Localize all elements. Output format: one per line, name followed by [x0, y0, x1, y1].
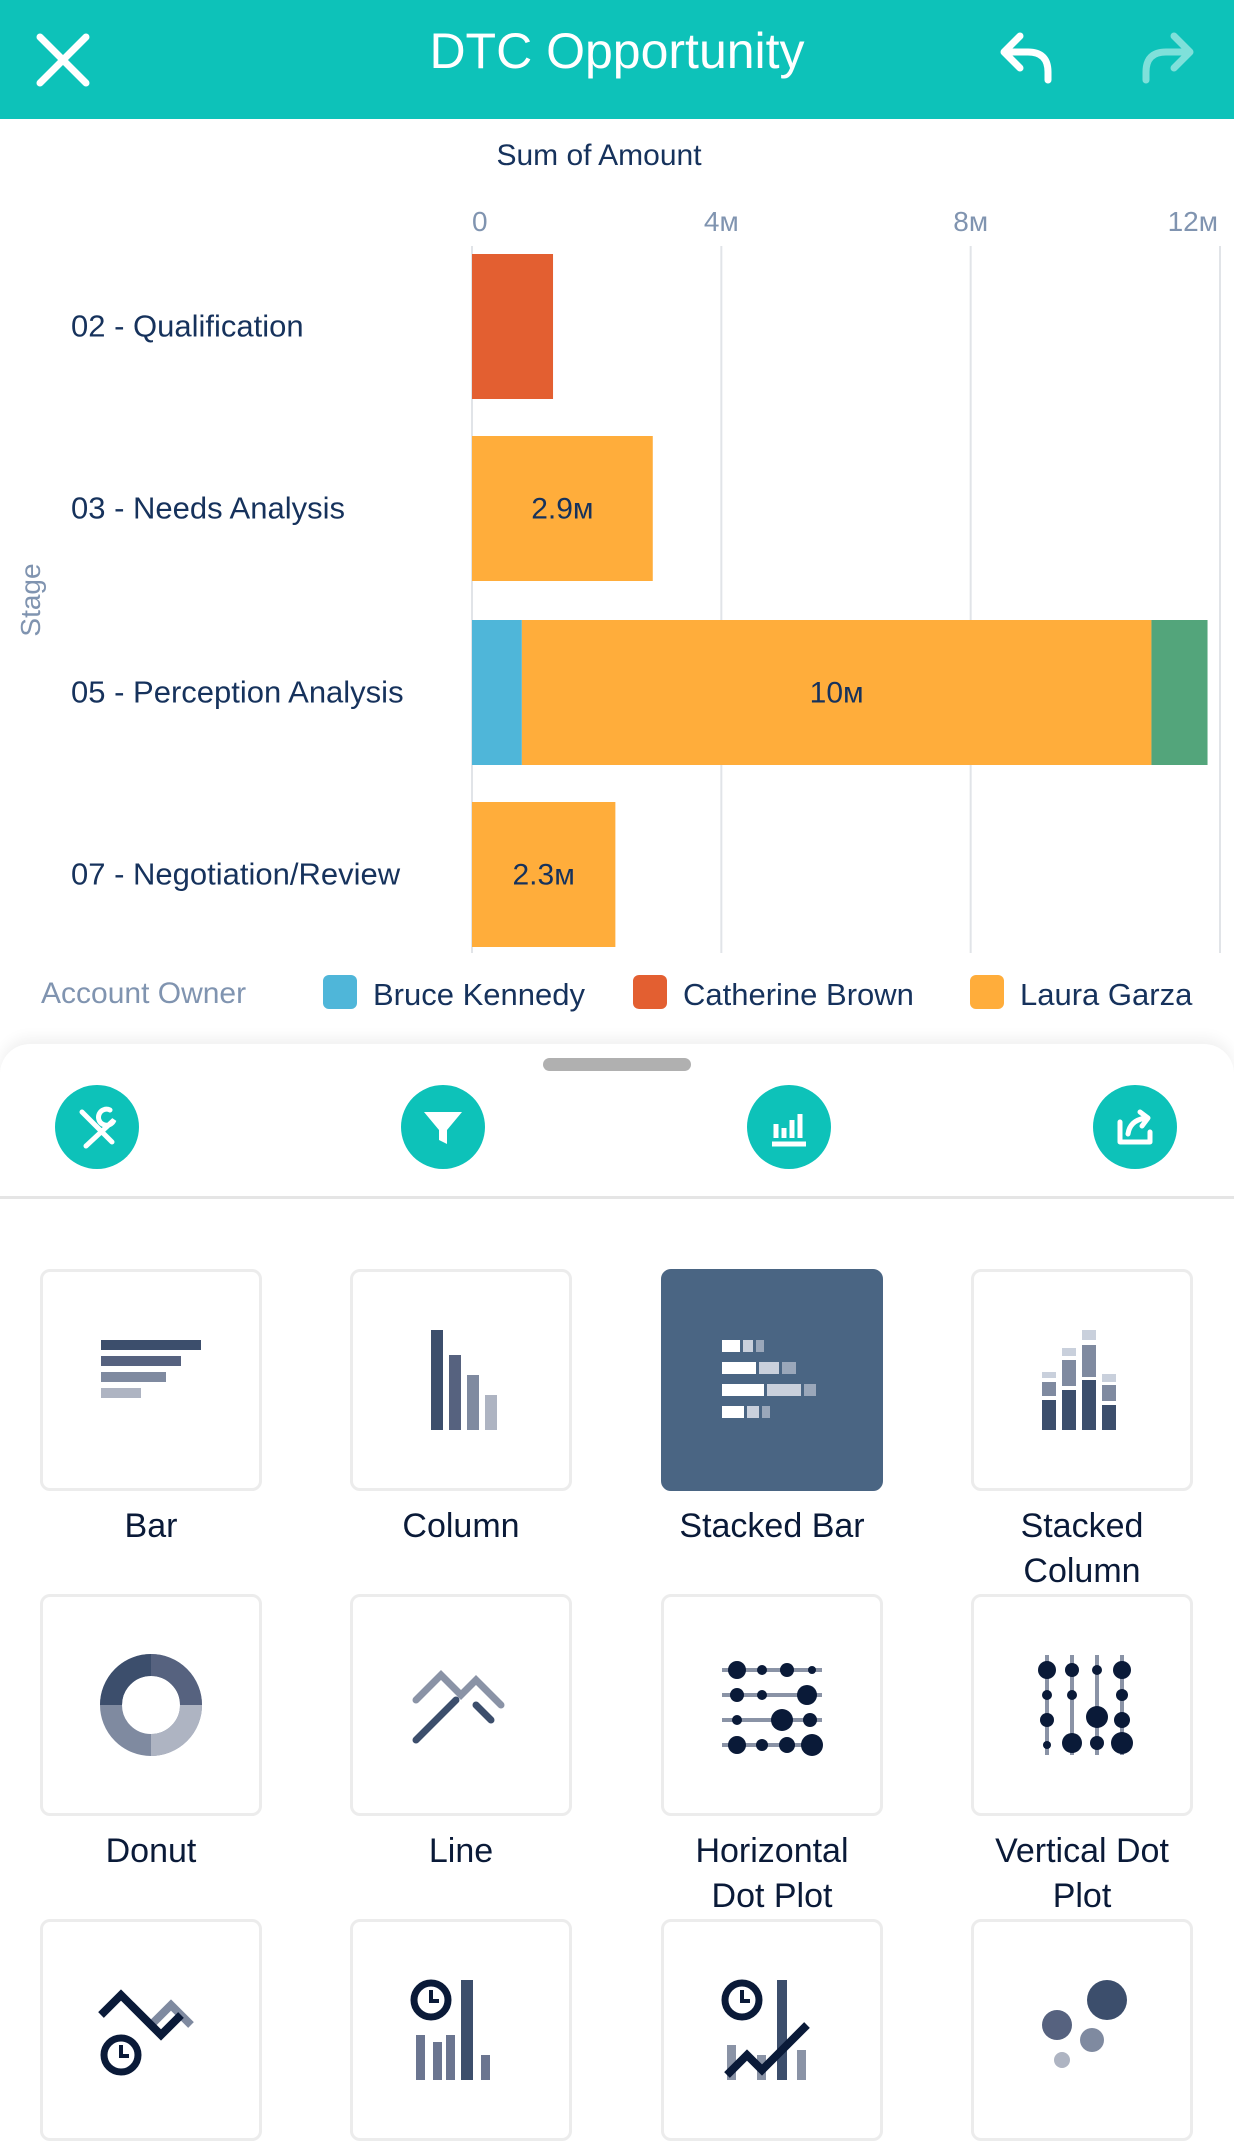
chart-type-icon: [98, 1989, 194, 2076]
drag-handle[interactable]: [543, 1058, 691, 1071]
chart-type-tile[interactable]: [971, 1269, 1193, 1491]
chart-type-label: Vertical Dot Plot: [995, 1832, 1169, 1915]
x-tick-label: 8м: [953, 206, 988, 237]
x-tick-label: 12м: [1168, 206, 1218, 237]
chart-type-tile[interactable]: [661, 1269, 883, 1491]
tools-icon: [79, 1106, 117, 1149]
chart-type-icon: [101, 1340, 201, 1398]
chart-type-label: Donut: [105, 1832, 197, 1870]
chart-type-tile[interactable]: [40, 1594, 262, 1816]
category-label: 05 - Perception Analysis: [71, 675, 404, 710]
chart-type-icon: [100, 1654, 202, 1756]
legend-item: Laura Garza: [1020, 977, 1193, 1012]
legend-item: Bruce Kennedy: [373, 977, 585, 1012]
chart-type-label: Line: [428, 1832, 494, 1870]
data-label: 2.9м: [531, 493, 593, 526]
chart-icon: [772, 1114, 806, 1147]
filter-icon: [424, 1112, 462, 1144]
data-label: 2.3м: [513, 859, 575, 892]
legend-title: Account Owner: [41, 977, 246, 1010]
chart-type-icon: [410, 1979, 490, 2080]
x-tick-label: 0: [472, 206, 488, 237]
chart-type-tile[interactable]: [661, 1919, 883, 2141]
chart-type-icon: [722, 1661, 823, 1756]
chart-type-label: Bar: [124, 1507, 178, 1545]
divider: [0, 1196, 1234, 1199]
stacked-bar-chart: Sum of Amount 0 4м 8м 12м Stage 02 - Qualifica…: [15, 139, 1221, 1012]
chart-type-icon: [1038, 1655, 1133, 1755]
chart-type-icon: [721, 1979, 810, 2080]
chart-type-label: Stacked Column: [1020, 1507, 1144, 1590]
chart-type-icon: [1042, 1980, 1127, 2068]
share-icon: [1117, 1109, 1153, 1145]
legend-item: Catherine Brown: [683, 977, 914, 1012]
bar-segment: [472, 620, 522, 765]
bar-segment: [472, 254, 554, 399]
x-tick-label: 4м: [704, 206, 739, 237]
chart-type-tile[interactable]: [661, 1594, 883, 1816]
chart-type-tile[interactable]: [971, 1594, 1193, 1816]
category-label: 02 - Qualification: [71, 309, 304, 344]
x-axis-title: Sum of Amount: [496, 139, 702, 172]
chart-type-tile[interactable]: [40, 1919, 262, 2141]
legend-swatch: [970, 975, 1004, 1009]
chart-type-tile[interactable]: [971, 1919, 1193, 2141]
undo-icon[interactable]: [998, 30, 1056, 86]
data-label: 10м: [810, 677, 864, 710]
chart-type-tile[interactable]: [40, 1269, 262, 1491]
chart-type-label: Stacked Bar: [679, 1507, 865, 1545]
chart-type-label: Column: [402, 1507, 520, 1545]
chart-type-label: Horizontal Dot Plot: [695, 1832, 849, 1915]
chart-type-tile[interactable]: [350, 1919, 572, 2141]
redo-icon[interactable]: [1138, 30, 1196, 86]
share-button[interactable]: [1093, 1085, 1177, 1169]
tools-button[interactable]: [55, 1085, 139, 1169]
category-label: 07 - Negotiation/Review: [71, 857, 401, 892]
chart-type-icon: [722, 1340, 816, 1418]
chart-type-icon: [412, 1670, 505, 1744]
chart-type-tile[interactable]: [350, 1594, 572, 1816]
chart-type-button[interactable]: [747, 1085, 831, 1169]
bottom-sheet: Bar Column Stacked Bar Stacked Column Donut L…: [0, 1044, 1234, 2144]
y-axis-title: Stage: [15, 563, 46, 636]
category-label: 03 - Needs Analysis: [71, 491, 345, 526]
chart-type-icon: [1042, 1330, 1116, 1430]
chart-type-tile[interactable]: [350, 1269, 572, 1491]
legend-swatch: [633, 975, 667, 1009]
chart-type-icon: [431, 1330, 497, 1430]
filter-button[interactable]: [401, 1085, 485, 1169]
bar-segment: [1151, 620, 1208, 765]
legend-swatch: [323, 975, 357, 1009]
header-bar: DTC Opportunity: [0, 0, 1234, 119]
